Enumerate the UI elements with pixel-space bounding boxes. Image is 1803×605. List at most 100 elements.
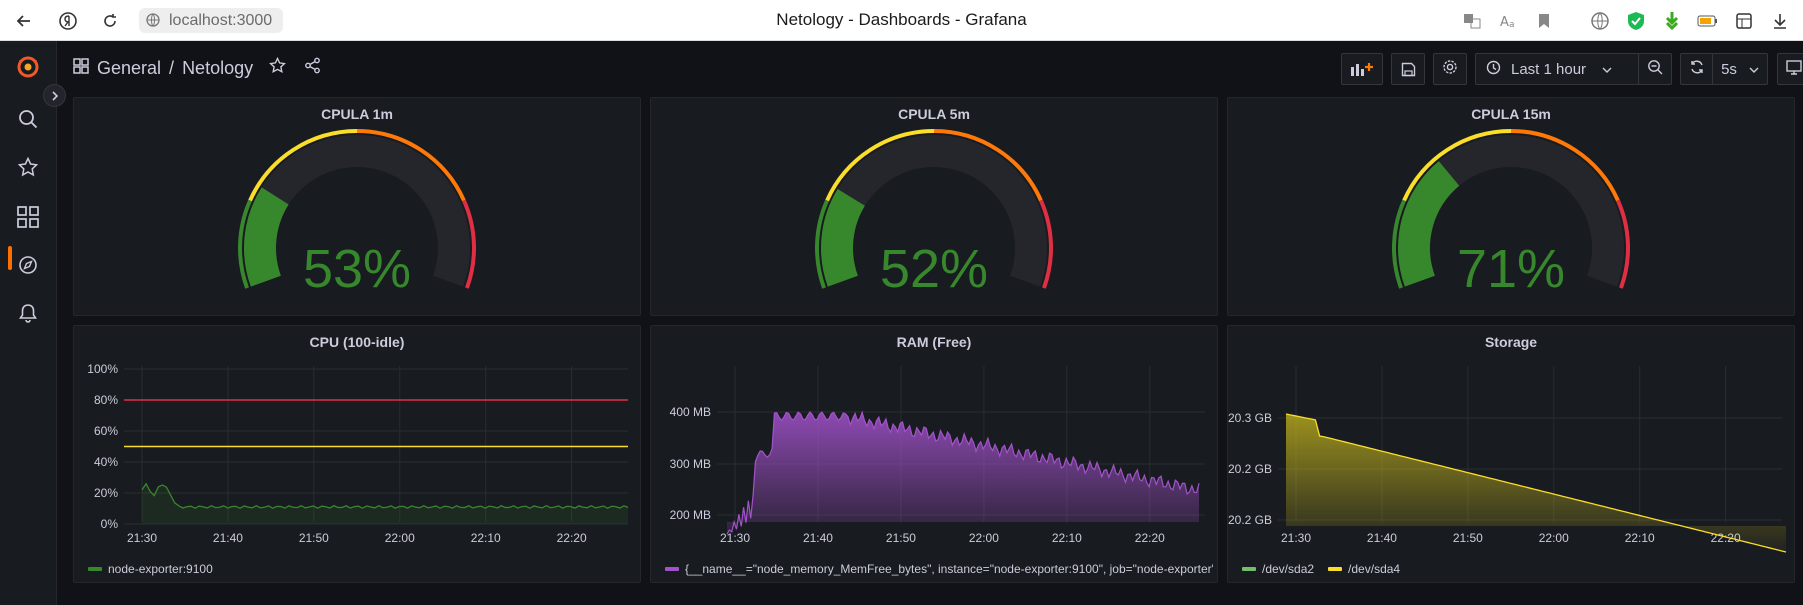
explore-icon[interactable] <box>14 251 42 279</box>
legend-item[interactable]: {__name__="node_memory_MemFree_bytes", i… <box>665 562 1213 576</box>
grafana-logo-icon[interactable] <box>14 52 42 80</box>
y-tick-label: 80% <box>94 393 118 407</box>
yandex-icon[interactable] <box>55 8 81 34</box>
address-bar[interactable]: localhost:3000 <box>139 8 283 33</box>
legend-swatch <box>1328 567 1343 571</box>
y-tick-label: 20.3 GB <box>1228 411 1272 425</box>
x-tick-label: 22:10 <box>1625 531 1655 545</box>
breadcrumb-folder[interactable]: General <box>97 58 161 79</box>
globe-icon[interactable] <box>1587 8 1613 34</box>
legend-label: {__name__="node_memory_MemFree_bytes", i… <box>685 562 1213 576</box>
url-text: localhost:3000 <box>169 11 273 29</box>
series-line <box>141 482 629 509</box>
reader-icon[interactable]: Aa <box>1495 8 1521 34</box>
gauge-panel-cpula-15m[interactable]: CPULA 15m 71% <box>1227 97 1795 316</box>
battery-icon[interactable] <box>1695 8 1721 34</box>
time-range-picker[interactable]: Last 1 hour <box>1475 53 1640 85</box>
settings-button[interactable] <box>1433 53 1467 85</box>
legend-swatch <box>665 567 679 571</box>
y-tick-label: 20% <box>94 486 118 500</box>
x-tick-label: 21:40 <box>213 531 243 545</box>
cpu-chart: 21:30 21:40 21:50 22:00 22:10 22:20 100% 80% 60%… <box>87 362 629 545</box>
timeseries-panel-cpu[interactable]: CPU (100-idle) 21:30 21:40 21:50 22:00 22:10… <box>73 325 641 583</box>
x-tick-label: 22:20 <box>557 531 587 545</box>
chevron-down-icon <box>1602 61 1612 78</box>
dashboards-icon[interactable] <box>14 203 42 231</box>
svg-text:A: A <box>1500 15 1509 30</box>
download-helper-icon[interactable] <box>1659 8 1685 34</box>
x-tick-label: 21:50 <box>299 531 329 545</box>
legend: /dev/sda2 /dev/sda4 <box>1242 562 1790 576</box>
alerting-bell-icon[interactable] <box>14 299 42 327</box>
downloads-icon[interactable] <box>1767 8 1793 34</box>
search-icon[interactable] <box>14 105 42 133</box>
sidemenu <box>0 41 57 605</box>
legend-swatch <box>88 567 102 571</box>
y-tick-label: 0% <box>101 517 119 531</box>
legend-item[interactable]: /dev/sda2 <box>1242 562 1314 576</box>
zoom-out-button[interactable] <box>1638 53 1672 85</box>
series-area <box>142 483 628 524</box>
translate-icon[interactable] <box>1459 8 1485 34</box>
y-tick-label: 60% <box>94 424 118 438</box>
timeseries-panel-storage[interactable]: Storage 21:30 21:40 21:50 22:00 22:10 22:20 20… <box>1227 325 1795 583</box>
gauge-panel-cpula-1m[interactable]: CPULA 1m 53% <box>73 97 641 316</box>
breadcrumb-separator: / <box>169 57 175 78</box>
expand-menu-button[interactable] <box>43 84 66 107</box>
shield-icon[interactable] <box>1623 8 1649 34</box>
tv-mode-button[interactable] <box>1777 53 1803 85</box>
storage-chart: 21:30 21:40 21:50 22:00 22:10 22:2020.3 GB20.… <box>1228 366 1787 553</box>
legend: {__name__="node_memory_MemFree_bytes", i… <box>665 562 1213 576</box>
timeseries-panel-ram[interactable]: RAM (Free) 21:30 21:40 21:50 22:00 22:10 22:2… <box>650 325 1218 583</box>
reload-icon[interactable] <box>97 8 123 34</box>
legend: node-exporter:9100 <box>88 562 636 576</box>
gauge-value: 53% <box>302 239 412 299</box>
x-tick-label: 22:00 <box>385 531 415 545</box>
browser-toolbar: localhost:3000 Netology - Dashboards - G… <box>0 0 1803 41</box>
chevron-down-icon <box>1749 61 1759 78</box>
legend-item[interactable]: node-exporter:9100 <box>88 562 213 576</box>
star-icon[interactable] <box>269 56 287 79</box>
x-tick-label: 21:30 <box>1281 531 1311 545</box>
breadcrumb-dashboard[interactable]: Netology <box>182 58 253 79</box>
gauge-value: 52% <box>879 239 989 299</box>
gauge-value: 71% <box>1456 239 1566 299</box>
save-dashboard-button[interactable] <box>1391 53 1425 85</box>
monitor-icon <box>1786 59 1802 79</box>
x-tick-label: 22:00 <box>969 531 999 545</box>
y-tick-label: 200 MB <box>670 508 711 522</box>
y-tick-label: 20.2 GB <box>1228 513 1272 527</box>
refresh-button[interactable] <box>1680 53 1714 85</box>
extensions-icon[interactable] <box>1731 8 1757 34</box>
refresh-interval-picker[interactable]: 5s <box>1712 53 1768 85</box>
y-tick-label: 20.2 GB <box>1228 462 1272 476</box>
site-info-icon[interactable] <box>145 12 163 30</box>
series-area <box>1286 414 1786 552</box>
svg-text:a: a <box>1509 20 1515 30</box>
share-icon[interactable] <box>304 57 321 79</box>
zoom-out-icon <box>1647 59 1663 79</box>
x-tick-label: 21:50 <box>886 531 916 545</box>
legend-item[interactable]: /dev/sda4 <box>1328 562 1400 576</box>
x-tick-label: 21:30 <box>127 531 157 545</box>
legend-label: node-exporter:9100 <box>108 562 213 576</box>
x-tick-label: 21:40 <box>1367 531 1397 545</box>
add-panel-button[interactable] <box>1341 53 1383 85</box>
gauge-panel-cpula-5m[interactable]: CPULA 5m 52% <box>650 97 1218 316</box>
x-tick-label: 21:50 <box>1453 531 1483 545</box>
series-area <box>727 412 1199 535</box>
breadcrumb: General / Netology <box>73 56 321 79</box>
x-tick-label: 22:00 <box>1539 531 1569 545</box>
dashboard-navbar: General / Netology Last 1 hour 5s <box>57 41 1803 97</box>
dashboards-grid-icon <box>73 57 89 79</box>
refresh-icon <box>1689 59 1705 79</box>
legend-swatch <box>1242 567 1256 571</box>
refresh-interval-label: 5s <box>1721 60 1737 78</box>
time-range-label: Last 1 hour <box>1511 60 1587 78</box>
back-icon[interactable] <box>11 8 37 34</box>
starred-icon[interactable] <box>14 153 42 181</box>
y-tick-label: 400 MB <box>670 405 711 419</box>
y-tick-label: 300 MB <box>670 457 711 471</box>
bookmark-icon[interactable] <box>1531 8 1557 34</box>
ram-chart: 21:30 21:40 21:50 22:00 22:10 22:20 400 MB 300 … <box>670 366 1205 545</box>
